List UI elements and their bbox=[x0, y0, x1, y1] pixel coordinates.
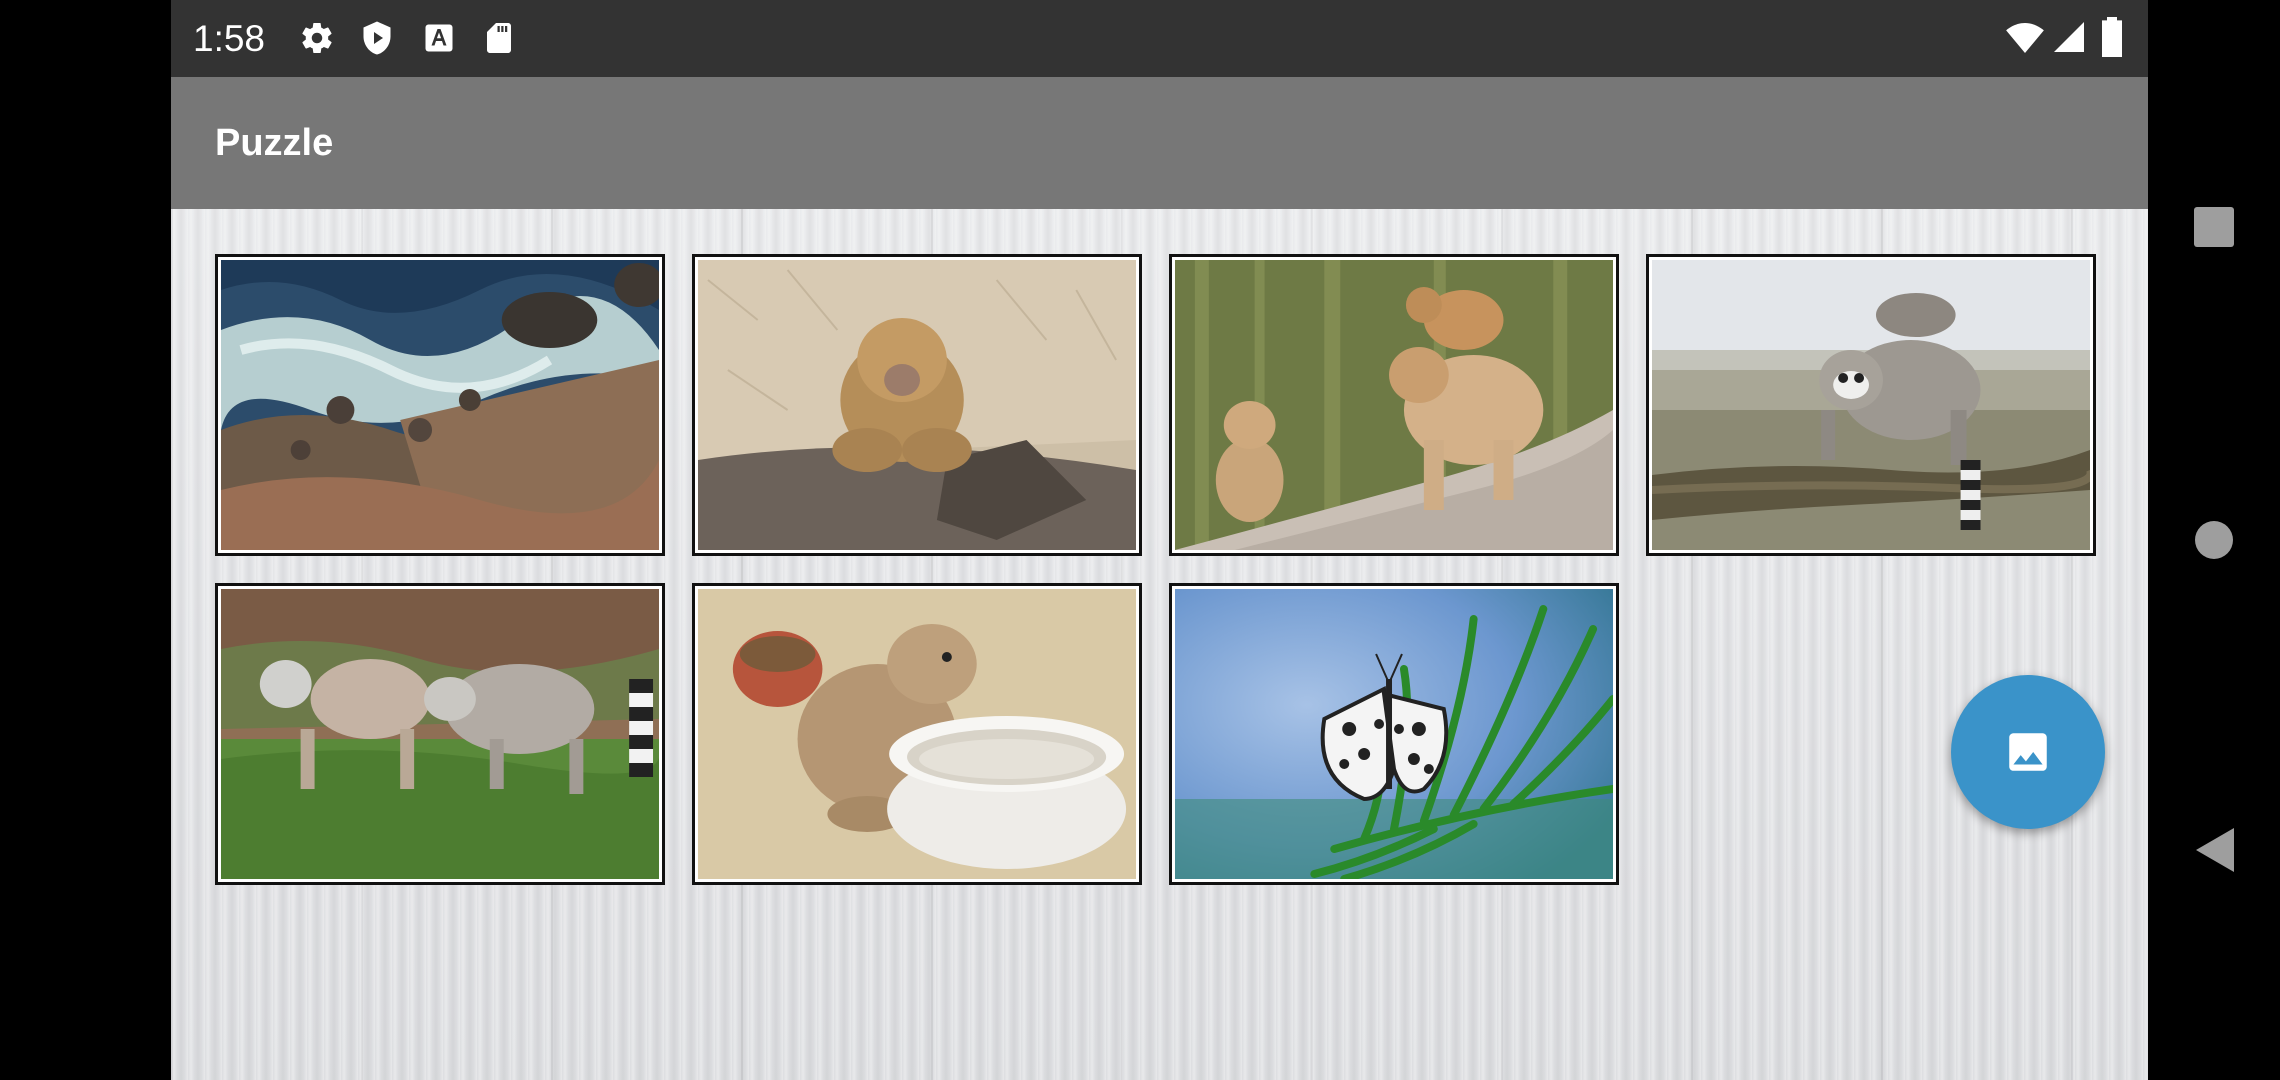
puzzle-image-butterfly[interactable] bbox=[1169, 583, 1619, 885]
toolbar-title: Puzzle bbox=[215, 122, 334, 164]
puzzle-image-lemur-on-branch[interactable] bbox=[1646, 254, 2096, 556]
gear-icon bbox=[302, 23, 332, 54]
status-bar: 1:58 bbox=[171, 0, 2148, 77]
sd-card-icon bbox=[487, 23, 511, 53]
puzzle-image-prairie-dog[interactable] bbox=[692, 583, 1142, 885]
status-time: 1:58 bbox=[193, 18, 266, 59]
butterfly-picture bbox=[1175, 589, 1613, 879]
macaque-family-picture bbox=[1175, 260, 1613, 550]
pick-image-button[interactable] bbox=[1951, 675, 2105, 829]
text-a-icon bbox=[425, 24, 453, 52]
wifi-icon bbox=[2006, 23, 2044, 53]
cell-signal-icon bbox=[2054, 22, 2084, 52]
prairie-dog-picture bbox=[698, 589, 1136, 879]
puzzle-image-rocky-coast[interactable] bbox=[215, 254, 665, 556]
puzzle-gallery bbox=[171, 209, 2148, 1080]
lemur-branch-picture bbox=[1652, 260, 2090, 550]
app-window: 1:58 Puzzle bbox=[171, 0, 2148, 1080]
recents-square-icon[interactable] bbox=[2194, 207, 2234, 247]
puzzle-image-macaque-family[interactable] bbox=[1169, 254, 1619, 556]
macaque-picture bbox=[698, 260, 1136, 550]
system-navigation-bar bbox=[2148, 0, 2280, 1080]
image-icon bbox=[2009, 733, 2047, 771]
back-triangle-icon[interactable] bbox=[2196, 828, 2234, 872]
app-toolbar: Puzzle bbox=[171, 77, 2148, 209]
battery-icon bbox=[2102, 17, 2122, 57]
home-circle-icon[interactable] bbox=[2194, 520, 2234, 560]
puzzle-image-barbary-macaque[interactable] bbox=[692, 254, 1142, 556]
puzzle-image-ring-tailed-lemurs[interactable] bbox=[215, 583, 665, 885]
shield-play-icon bbox=[363, 21, 391, 55]
lemurs-grass-picture bbox=[221, 589, 659, 879]
rocky-coast-picture bbox=[221, 260, 659, 550]
